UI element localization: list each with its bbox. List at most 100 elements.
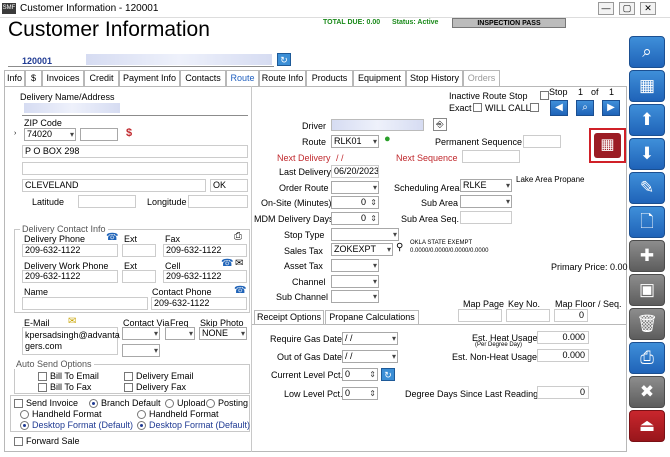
grid-button[interactable]: ▦ [629, 70, 665, 102]
freq-select[interactable] [165, 327, 195, 340]
tab-contacts[interactable]: Contacts [180, 70, 226, 86]
inactive-route-stop-checkbox[interactable] [540, 91, 549, 100]
tab-payment-info[interactable]: Payment Info [119, 70, 180, 86]
phone-icon[interactable]: ☎ [106, 232, 118, 243]
next-sequence-field[interactable] [462, 150, 520, 163]
tab-orders[interactable]: Orders [463, 70, 500, 86]
down-button[interactable]: ⬇ [629, 138, 665, 170]
calendar-button[interactable]: ▦ [589, 128, 626, 163]
tab-credit[interactable]: Credit [84, 70, 119, 86]
delivery-phone-field[interactable]: 209-632-1122 [22, 244, 118, 257]
edit-button[interactable]: ✎ [629, 172, 665, 204]
sub-channel-select[interactable] [331, 290, 379, 303]
est-heat-field[interactable]: 0.000 [537, 331, 589, 344]
will-call-checkbox[interactable] [530, 103, 539, 112]
branch-default-radio[interactable] [89, 399, 98, 408]
maximize-button[interactable]: ▢ [619, 2, 635, 15]
cell-field[interactable]: 209-632-1122 [163, 270, 247, 283]
skip-photo-select[interactable]: NONE [199, 327, 247, 340]
add-button[interactable]: ✚ [629, 240, 665, 272]
tab-stop-history[interactable]: Stop History [406, 70, 463, 86]
fax-icon[interactable]: ⎙ [234, 231, 242, 242]
cancel-button[interactable]: ✖ [629, 376, 665, 408]
address-line1[interactable]: P O BOX 298 [22, 145, 248, 158]
cell-phone-icon[interactable]: ☎ [221, 258, 233, 269]
tab-products[interactable]: Products [306, 70, 353, 86]
onsite-spinner[interactable]: 0 [331, 196, 379, 209]
tab-route-info[interactable]: Route Info [259, 70, 306, 86]
handheld-format-radio-2[interactable] [137, 410, 146, 419]
exact-checkbox[interactable] [473, 103, 482, 112]
contact-phone-field[interactable]: 209-632-1122 [151, 297, 247, 310]
fax-field[interactable]: 209-632-1122 [163, 244, 247, 257]
contact-phone-icon[interactable]: ☎ [234, 285, 246, 296]
ext-field[interactable] [122, 244, 156, 257]
channel-select[interactable] [331, 275, 379, 288]
asset-tax-select[interactable] [331, 259, 379, 272]
binoculars-icon[interactable]: ⚲ [396, 242, 403, 253]
mdm-spinner[interactable]: 0 [331, 212, 379, 225]
save-button[interactable]: ▣ [629, 274, 665, 306]
posting-radio[interactable] [206, 399, 215, 408]
forward-sale-checkbox[interactable] [14, 437, 23, 446]
contact-via-select[interactable] [122, 327, 160, 340]
contact-name-field[interactable] [22, 297, 148, 310]
route-select[interactable]: RLK01 [331, 135, 379, 148]
zip-select[interactable]: 74020 [24, 128, 76, 141]
degree-days-field[interactable]: 0 [537, 386, 589, 399]
prev-stop-button[interactable]: ◀ [550, 100, 568, 116]
require-gas-date[interactable]: / / [342, 332, 398, 345]
upload-radio[interactable] [165, 399, 174, 408]
key-no-field[interactable] [506, 309, 550, 322]
bill-to-fax-checkbox[interactable] [38, 383, 47, 392]
desktop-format-radio-1[interactable] [20, 421, 29, 430]
longitude-field[interactable] [188, 195, 248, 208]
new-document-button[interactable]: 🗋 [629, 206, 665, 238]
desktop-format-radio-2[interactable] [137, 421, 146, 430]
tab-invoices[interactable]: Invoices [42, 70, 84, 86]
up-button[interactable]: ⬆ [629, 104, 665, 136]
refresh-button[interactable]: ↻ [277, 53, 291, 66]
delivery-name-field[interactable] [24, 103, 120, 113]
map-floor-field[interactable]: 0 [554, 309, 588, 322]
search-button[interactable]: ⌕ [629, 36, 665, 68]
delivery-email-checkbox[interactable] [124, 372, 133, 381]
latitude-field[interactable] [78, 195, 136, 208]
permanent-sequence-field[interactable] [523, 135, 561, 148]
order-route-select[interactable] [331, 181, 379, 194]
mail-icon[interactable]: ✉ [68, 316, 76, 327]
address-line2[interactable] [22, 162, 248, 175]
delete-button[interactable]: 🗑 [629, 308, 665, 340]
print-button[interactable]: ⎙ [629, 342, 665, 374]
tab-route[interactable]: Route [226, 70, 259, 86]
last-delivery-field[interactable]: 06/20/2023 [331, 165, 379, 178]
minimize-button[interactable]: — [598, 2, 614, 15]
scheduling-area-select[interactable]: RLKE [460, 179, 512, 192]
state-field[interactable]: OK [210, 179, 248, 192]
customer-name-field[interactable] [86, 54, 272, 65]
zip-extension-field[interactable] [80, 128, 118, 141]
est-nonheat-field[interactable]: 0.000 [537, 349, 589, 362]
map-pin-icon[interactable]: ● [384, 133, 391, 145]
current-level-refresh-button[interactable]: ↻ [381, 368, 395, 381]
work-phone-field[interactable]: 209-632-1122 [22, 270, 118, 283]
tab-dollar[interactable]: $ [25, 70, 42, 86]
sub-area-seq-field[interactable] [460, 211, 512, 224]
delivery-fax-checkbox[interactable] [124, 383, 133, 392]
tab-receipt-options[interactable]: Receipt Options [254, 310, 324, 324]
sub-area-select[interactable] [460, 195, 512, 208]
bill-to-email-checkbox[interactable] [38, 372, 47, 381]
tab-equipment[interactable]: Equipment [353, 70, 406, 86]
sms-icon[interactable]: ✉ [235, 258, 243, 269]
search-stop-button[interactable]: ⌕ [576, 100, 594, 116]
exit-button[interactable]: ⏏ [629, 410, 665, 442]
handheld-format-radio-1[interactable] [20, 410, 29, 419]
close-window-button[interactable]: ✕ [640, 2, 656, 15]
send-invoice-checkbox[interactable] [14, 399, 23, 408]
map-page-field[interactable] [458, 309, 502, 322]
contact-via-select-2[interactable] [122, 344, 160, 357]
email-field[interactable]: kpersadsingh@advanta gers.com [22, 327, 120, 355]
tab-info[interactable]: Info [4, 70, 25, 86]
driver-lookup-icon[interactable]: ⎆ [433, 118, 447, 131]
low-level-spinner[interactable]: 0 [342, 387, 378, 400]
